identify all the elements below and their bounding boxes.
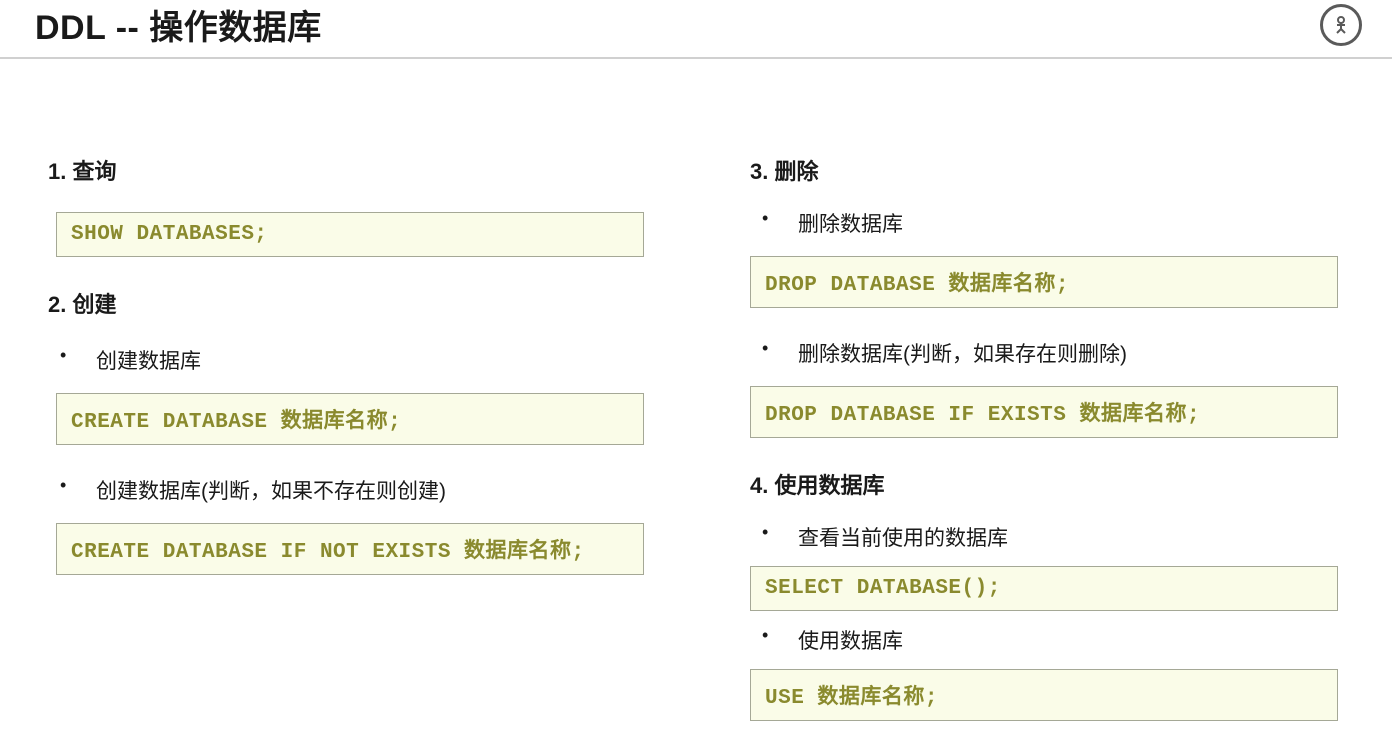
content-area: 1. 查询 SHOW DATABASES; 2. 创建 创建数据库 CREATE…: [0, 59, 1392, 751]
bullet-drop-db-ifexists: 删除数据库(判断，如果存在则删除): [750, 338, 1362, 368]
page-title: DDL -- 操作数据库: [35, 0, 322, 49]
code-use-database: USE 数据库名称;: [750, 669, 1338, 721]
code-show-databases: SHOW DATABASES;: [56, 212, 644, 257]
code-create-database: CREATE DATABASE 数据库名称;: [56, 393, 644, 445]
section-heading-create: 2. 创建: [48, 287, 660, 319]
section-heading-query: 1. 查询: [48, 154, 660, 186]
right-column: 3. 删除 删除数据库 DROP DATABASE 数据库名称; 删除数据库(判…: [750, 154, 1362, 751]
bullet-create-db-ifnotexists: 创建数据库(判断，如果不存在则创建): [48, 475, 660, 505]
bullet-create-db: 创建数据库: [48, 345, 660, 375]
code-create-database-ifnotexists: CREATE DATABASE IF NOT EXISTS 数据库名称;: [56, 523, 644, 575]
bullet-use-database: 使用数据库: [750, 625, 1362, 655]
section-heading-use: 4. 使用数据库: [750, 468, 1362, 500]
logo-icon: [1320, 4, 1362, 46]
left-column: 1. 查询 SHOW DATABASES; 2. 创建 创建数据库 CREATE…: [48, 154, 660, 751]
header: DDL -- 操作数据库: [0, 0, 1392, 59]
bullet-select-database: 查看当前使用的数据库: [750, 522, 1362, 552]
section-heading-delete: 3. 删除: [750, 154, 1362, 186]
code-drop-database-ifexists: DROP DATABASE IF EXISTS 数据库名称;: [750, 386, 1338, 438]
code-select-database: SELECT DATABASE();: [750, 566, 1338, 611]
code-drop-database: DROP DATABASE 数据库名称;: [750, 256, 1338, 308]
bullet-drop-db: 删除数据库: [750, 208, 1362, 238]
